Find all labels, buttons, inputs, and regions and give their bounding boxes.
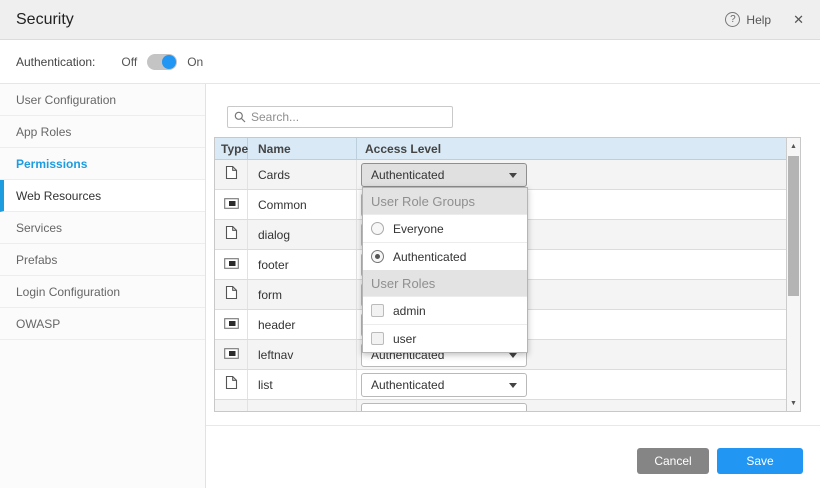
type-cell [215, 160, 248, 189]
type-cell [215, 280, 248, 309]
group-header-user-roles: User Roles [363, 270, 527, 296]
name-cell: header [248, 310, 357, 339]
scrollbar-up-icon[interactable]: ▲ [787, 140, 800, 152]
footer-divider [206, 425, 820, 426]
sidebar-item-app-roles[interactable]: App Roles [0, 116, 205, 148]
option-everyone[interactable]: Everyone [363, 214, 527, 242]
sidebar-item-login-configuration[interactable]: Login Configuration [0, 276, 205, 308]
footer-actions: Cancel Save [637, 448, 803, 474]
table-row: Cards Authenticated [215, 160, 786, 190]
table-row [215, 400, 786, 412]
option-label: admin [393, 304, 426, 318]
header-actions: ? Help ✕ [725, 12, 804, 28]
access-cell: Authenticated [357, 160, 786, 189]
resources-table: Type Name Access Level Cards Authenticate… [214, 137, 801, 412]
page-icon [225, 375, 238, 395]
main-panel: Type Name Access Level Cards Authenticate… [206, 84, 820, 488]
radio-icon [371, 222, 384, 235]
table-header: Type Name Access Level [215, 138, 786, 160]
option-authenticated[interactable]: Authenticated [363, 242, 527, 270]
authentication-row: Authentication: Off On [0, 40, 820, 84]
page-icon [225, 285, 238, 305]
toggle-on-label: On [187, 55, 203, 69]
sidebar: User ConfigurationApp RolesPermissionsWe… [0, 84, 206, 488]
access-level-select[interactable]: Authenticated [361, 163, 527, 187]
help-icon: ? [725, 12, 740, 27]
type-cell [215, 370, 248, 399]
checkbox-icon [371, 304, 384, 317]
sidebar-item-permissions[interactable]: Permissions [0, 148, 205, 180]
type-cell [215, 250, 248, 279]
chevron-down-icon [509, 173, 517, 178]
sidebar-item-user-configuration[interactable]: User Configuration [0, 84, 205, 116]
sidebar-item-web-resources[interactable]: Web Resources [0, 180, 205, 212]
partial-icon [224, 316, 239, 334]
access-level-dropdown-panel: User Role Groups Everyone Authenticated Use… [362, 187, 528, 353]
dialog-header: Security ? Help ✕ [0, 0, 820, 40]
option-admin[interactable]: admin [363, 296, 527, 324]
table-scrollbar: ▲ ▼ [786, 138, 800, 411]
sidebar-item-services[interactable]: Services [0, 212, 205, 244]
sidebar-item-owasp[interactable]: OWASP [0, 308, 205, 340]
page-icon [225, 225, 238, 245]
name-cell: list [248, 370, 357, 399]
chevron-down-icon [509, 383, 517, 388]
save-button[interactable]: Save [717, 448, 803, 474]
name-cell [248, 400, 357, 412]
name-cell: footer [248, 250, 357, 279]
access-level-value: Authenticated [371, 378, 444, 392]
page-icon [225, 165, 238, 185]
partial-icon [224, 196, 239, 214]
option-label: user [393, 332, 416, 346]
type-cell [215, 310, 248, 339]
name-cell: Cards [248, 160, 357, 189]
authentication-toggle[interactable] [147, 54, 177, 70]
partial-icon [224, 346, 239, 364]
name-cell: form [248, 280, 357, 309]
group-header-user-role-groups: User Role Groups [363, 188, 527, 214]
search-box [227, 106, 453, 128]
checkbox-icon [371, 332, 384, 345]
close-icon[interactable]: ✕ [793, 12, 804, 28]
cancel-button[interactable]: Cancel [637, 448, 709, 474]
authentication-label: Authentication: [16, 55, 95, 69]
search-input[interactable] [251, 110, 446, 124]
type-cell [215, 400, 248, 412]
access-cell [357, 400, 786, 412]
type-cell [215, 190, 248, 219]
column-header-access-level: Access Level [357, 138, 786, 159]
type-cell [215, 340, 248, 369]
access-level-select[interactable]: Authenticated [361, 373, 527, 397]
help-button[interactable]: ? Help [725, 12, 771, 27]
help-label: Help [746, 13, 771, 27]
toggle-knob [162, 55, 176, 69]
scrollbar-thumb[interactable] [788, 156, 799, 296]
access-cell: Authenticated [357, 370, 786, 399]
column-header-type: Type [215, 138, 248, 159]
page-title: Security [16, 11, 74, 29]
security-dialog: Security ? Help ✕ Authentication: Off On… [0, 0, 820, 488]
option-label: Everyone [393, 222, 444, 236]
dialog-body: User ConfigurationApp RolesPermissionsWe… [0, 84, 820, 488]
option-user[interactable]: user [363, 324, 527, 352]
scrollbar-down-icon[interactable]: ▼ [787, 397, 800, 409]
name-cell: Common [248, 190, 357, 219]
partial-icon [224, 256, 239, 274]
toggle-off-label: Off [121, 55, 137, 69]
option-label: Authenticated [393, 250, 466, 264]
type-cell [215, 220, 248, 249]
access-level-value: Authenticated [371, 168, 444, 182]
name-cell: leftnav [248, 340, 357, 369]
table-row: list Authenticated [215, 370, 786, 400]
search-icon [234, 111, 246, 123]
column-header-name: Name [248, 138, 357, 159]
sidebar-item-prefabs[interactable]: Prefabs [0, 244, 205, 276]
name-cell: dialog [248, 220, 357, 249]
radio-icon [371, 250, 384, 263]
chevron-down-icon [509, 353, 517, 358]
access-level-select[interactable] [361, 403, 527, 412]
